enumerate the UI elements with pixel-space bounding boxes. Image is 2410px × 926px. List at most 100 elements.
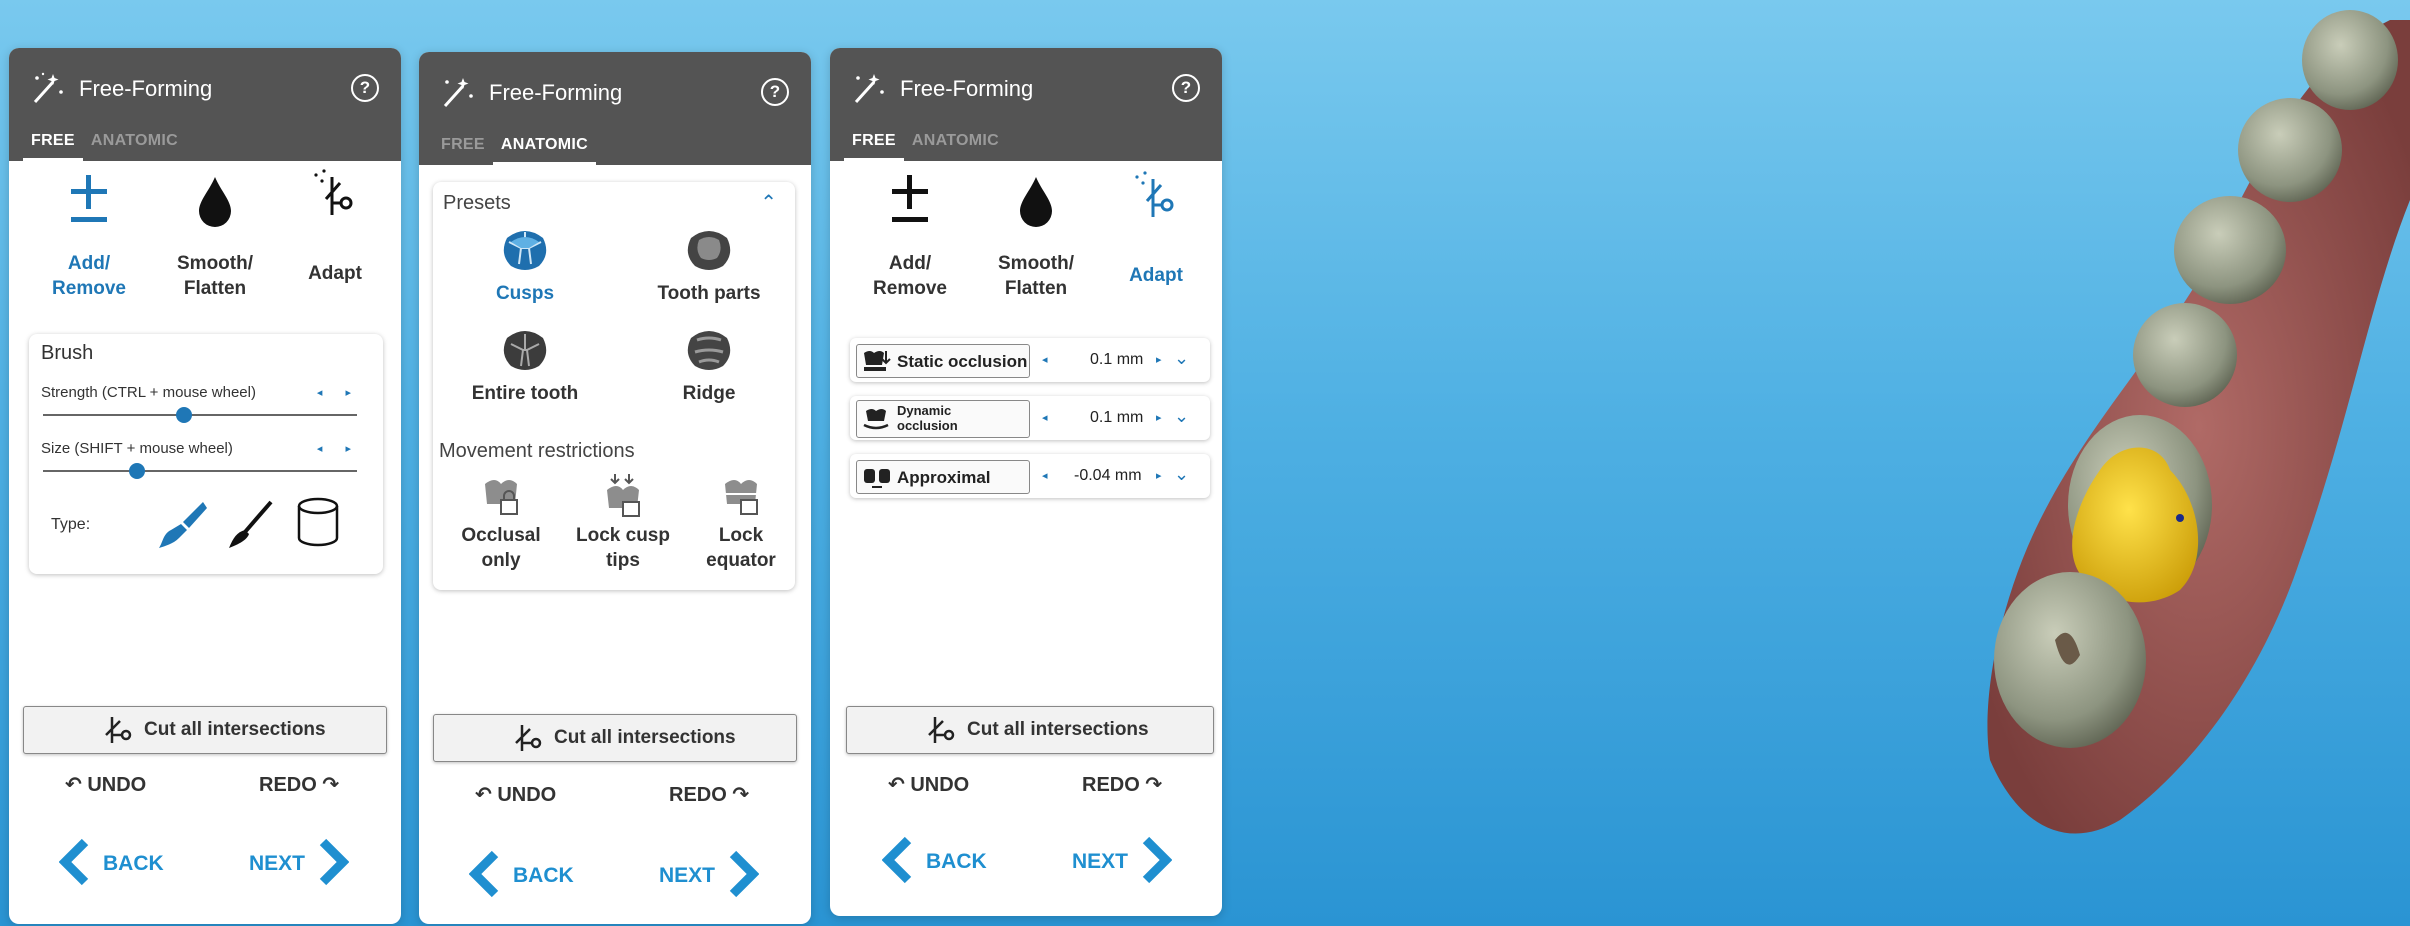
paint-brush-icon[interactable] <box>157 498 207 550</box>
undo-button[interactable]: ↶ UNDO <box>65 772 146 797</box>
undo-button[interactable]: ↶ UNDO <box>888 772 969 797</box>
help-button[interactable]: ? <box>351 74 379 102</box>
decrease-arrow-icon[interactable]: ◂ <box>1042 353 1048 366</box>
next-label: NEXT <box>1072 850 1129 873</box>
add-remove-tool[interactable]: Add/ Remove <box>850 175 970 301</box>
viewport[interactable]: Free-Forming ? FREE ANATOMIC Add/ Remove… <box>0 0 2410 926</box>
approximal-button[interactable]: Approximal <box>856 460 1030 494</box>
size-label: Size (SHIFT + mouse wheel) <box>41 440 233 457</box>
tool-label: Add/ Remove <box>52 253 126 299</box>
decrease-arrow-icon[interactable]: ◂ <box>1042 469 1048 482</box>
restriction-lock-cusp-tips[interactable]: Lock cusp tips <box>563 474 683 573</box>
tool-label: Adapt <box>1129 265 1183 286</box>
panel-title: Free-Forming <box>900 76 1034 101</box>
undo-label: UNDO <box>497 784 557 806</box>
adapt-tool[interactable]: Adapt <box>275 169 395 286</box>
add-remove-tool[interactable]: Add/ Remove <box>29 175 149 301</box>
increase-arrow-icon[interactable]: ▸ <box>1156 411 1162 424</box>
undo-icon: ↶ <box>888 774 905 796</box>
occlusion-label: Dynamic occlusion <box>897 403 958 433</box>
preset-label: Ridge <box>682 383 736 404</box>
smooth-flatten-tool[interactable]: Smooth/ Flatten <box>976 177 1096 301</box>
tab-anatomic[interactable]: ANATOMIC <box>83 124 186 161</box>
occlusion-value: 0.1 mm <box>1090 351 1144 368</box>
redo-button[interactable]: REDO ↷ <box>1082 772 1162 797</box>
preset-ridge[interactable]: Ridge <box>639 328 779 405</box>
strength-slider[interactable] <box>43 407 357 423</box>
undo-label: UNDO <box>910 774 970 796</box>
preset-entire-tooth[interactable]: Entire tooth <box>455 328 595 405</box>
tab-free[interactable]: FREE <box>844 124 904 161</box>
chevron-right-icon <box>729 850 759 898</box>
help-button[interactable]: ? <box>1172 74 1200 102</box>
cut-intersections-icon <box>515 725 542 751</box>
redo-button[interactable]: REDO ↷ <box>669 782 749 807</box>
brush-card: Brush Strength (CTRL + mouse wheel) ◂ ▸ … <box>29 334 383 574</box>
chevron-right-icon <box>319 838 349 886</box>
chevron-left-icon <box>59 838 89 886</box>
chevron-down-icon[interactable]: ⌄ <box>1174 464 1189 485</box>
occlusion-value: 0.1 mm <box>1090 409 1144 426</box>
preset-label: Tooth parts <box>657 283 761 304</box>
collapse-chevron-icon[interactable]: ⌃ <box>760 190 777 215</box>
next-label: NEXT <box>249 852 306 875</box>
static-occlusion-row: Static occlusion ◂ 0.1 mm ▸ ⌄ <box>850 338 1210 382</box>
type-label: Type: <box>51 516 91 533</box>
chevron-left-icon <box>882 836 912 884</box>
slider-thumb[interactable] <box>176 407 193 423</box>
undo-button[interactable]: ↶ UNDO <box>475 782 556 807</box>
chevron-down-icon[interactable]: ⌄ <box>1174 348 1189 369</box>
back-label: BACK <box>926 850 987 873</box>
decrease-arrow-icon[interactable]: ◂ <box>1042 411 1048 424</box>
cut-all-intersections-button[interactable]: Cut all intersections <box>433 714 797 762</box>
presets-card: Presets ⌃ Cusps Tooth parts Entire tooth… <box>433 182 795 590</box>
magic-wand-icon <box>33 72 63 104</box>
molar-tooth <box>2302 10 2398 110</box>
tab-bar: FREE ANATOMIC <box>844 124 1007 161</box>
drop-icon <box>1020 177 1052 227</box>
cut-all-intersections-button[interactable]: Cut all intersections <box>846 706 1214 754</box>
smooth-flatten-tool[interactable]: Smooth/ Flatten <box>155 177 275 301</box>
adapt-tool[interactable]: Adapt <box>1096 171 1216 288</box>
cut-intersections-icon <box>928 717 955 743</box>
panel-header: Free-Forming ? FREE ANATOMIC <box>9 48 401 161</box>
tab-anatomic[interactable]: ANATOMIC <box>492 128 597 165</box>
preset-tooth-parts[interactable]: Tooth parts <box>639 228 779 305</box>
dental-arch-3d-model[interactable] <box>1830 0 2410 926</box>
ridge-tooth-icon <box>687 331 731 370</box>
tab-free[interactable]: FREE <box>23 124 83 161</box>
increase-arrow-icon[interactable]: ▸ <box>1156 353 1162 366</box>
tab-free[interactable]: FREE <box>433 128 493 165</box>
restriction-lock-equator[interactable]: Lock equator <box>681 474 801 573</box>
strength-stepper[interactable]: ◂ ▸ <box>317 386 361 399</box>
dynamic-occlusion-row: Dynamic occlusion ◂ 0.1 mm ▸ ⌄ <box>850 396 1210 440</box>
fine-brush-icon[interactable] <box>225 498 275 550</box>
tool-group: Add/ Remove Smooth/ Flatten Adapt <box>9 169 401 348</box>
adapt-scissors-icon <box>314 169 353 215</box>
magic-wand-icon <box>854 74 884 104</box>
dynamic-occlusion-icon <box>863 409 889 430</box>
cut-intersections-icon <box>105 717 132 743</box>
tooth-parts-icon <box>687 231 731 270</box>
tool-label: Smooth/ Flatten <box>998 253 1074 299</box>
static-occlusion-button[interactable]: Static occlusion <box>856 344 1030 378</box>
tab-anatomic[interactable]: ANATOMIC <box>904 124 1007 161</box>
size-slider[interactable] <box>43 463 357 479</box>
size-stepper[interactable]: ◂ ▸ <box>317 442 361 455</box>
redo-icon: ↷ <box>322 774 340 796</box>
occlusion-label: Static occlusion <box>897 352 1028 371</box>
slider-thumb[interactable] <box>129 463 146 479</box>
preset-cusps[interactable]: Cusps <box>455 228 595 305</box>
help-button[interactable]: ? <box>761 78 789 106</box>
cylinder-icon[interactable] <box>293 496 343 550</box>
movement-restrictions-title: Movement restrictions <box>439 440 635 462</box>
chevron-right-icon <box>1142 836 1172 884</box>
dynamic-occlusion-button[interactable]: Dynamic occlusion <box>856 400 1030 438</box>
chevron-down-icon[interactable]: ⌄ <box>1174 406 1189 427</box>
preset-label: Cusps <box>495 283 555 304</box>
free-forming-panel-free-add: Free-Forming ? FREE ANATOMIC Add/ Remove… <box>9 48 401 924</box>
cut-all-intersections-button[interactable]: Cut all intersections <box>23 706 387 754</box>
increase-arrow-icon[interactable]: ▸ <box>1156 469 1162 482</box>
redo-button[interactable]: REDO ↷ <box>259 772 339 797</box>
restriction-occlusal-only[interactable]: Occlusal only <box>441 474 561 573</box>
